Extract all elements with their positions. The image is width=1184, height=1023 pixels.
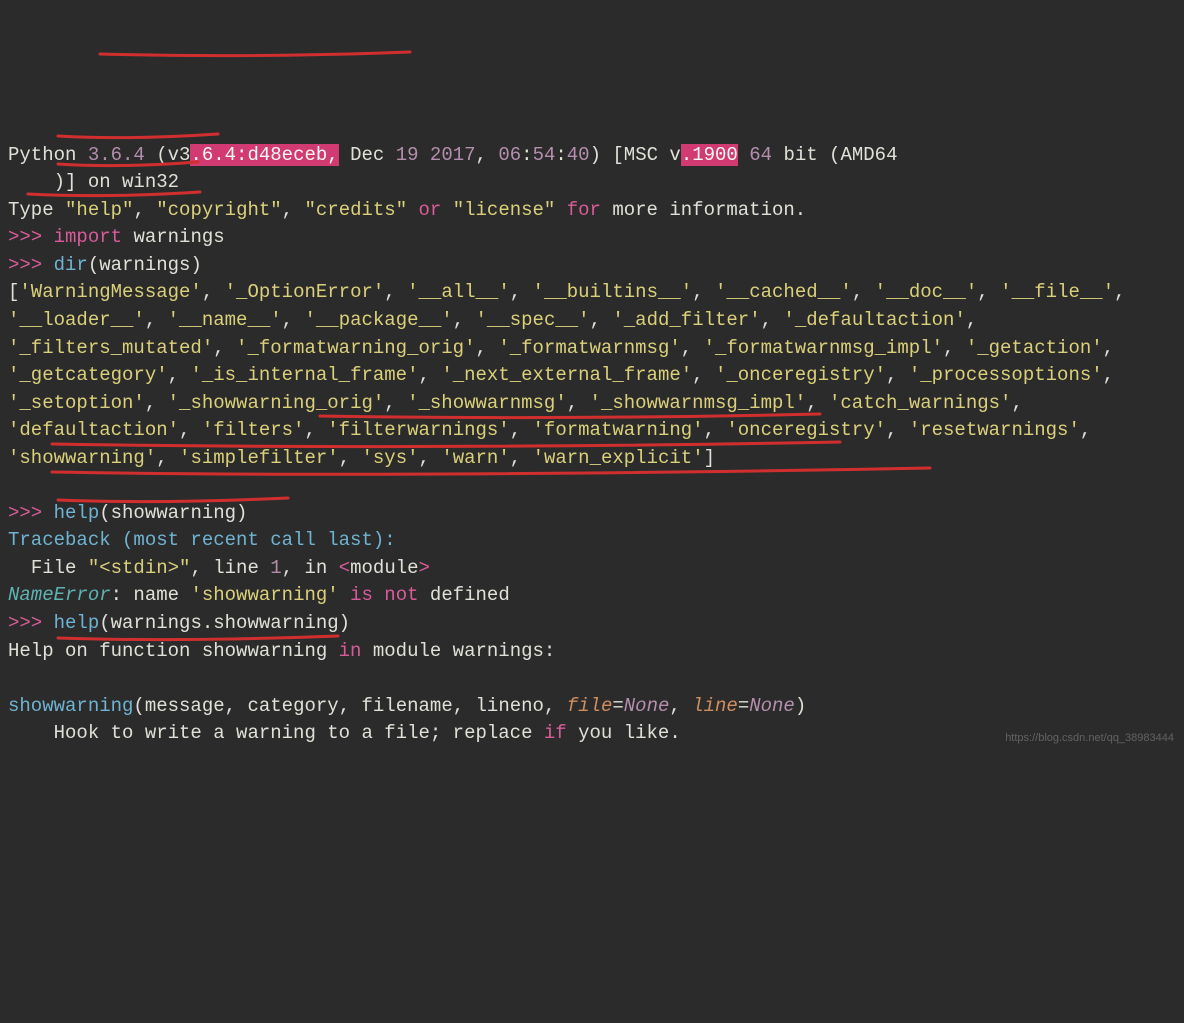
prompt: >>> [8,254,54,276]
watermark: https://blog.csdn.net/qq_38983444 [1005,731,1174,747]
help-warnings-showwarning-line: >>> help(warnings.showwarning) [8,612,350,634]
help-output-header: Help on function showwarning in module w… [8,640,555,662]
prompt: >>> [8,226,54,248]
type-help-line: Type "help", "copyright", "credits" or "… [8,199,806,221]
traceback-file-line: File "<stdin>", line 1, in <module> [8,557,430,579]
prompt: >>> [8,502,54,524]
showwarning-signature: showwarning(message, category, filename,… [8,695,806,717]
terminal-output: Python 3.6.4 (v3.6.4:d48eceb, Dec 19 201… [8,114,1176,748]
highlight-version: .6.4:d48eceb, [190,144,338,166]
hook-doc-line: Hook to write a warning to a file; repla… [8,722,681,744]
traceback-header: Traceback (most recent call last): [8,529,396,551]
help-showwarning-line: >>> help(showwarning) [8,502,247,524]
name-error-line: NameError: name 'showwarning' is not def… [8,584,510,606]
dir-line: >>> dir(warnings) [8,254,202,276]
highlight-msc: .1900 [681,144,738,166]
prompt: >>> [8,612,54,634]
python-version-line: Python 3.6.4 (v3.6.4:d48eceb, Dec 19 201… [8,144,897,166]
import-line: >>> import warnings [8,226,225,248]
dir-output-list: ['WarningMessage', '_OptionError', '__al… [8,279,1176,472]
